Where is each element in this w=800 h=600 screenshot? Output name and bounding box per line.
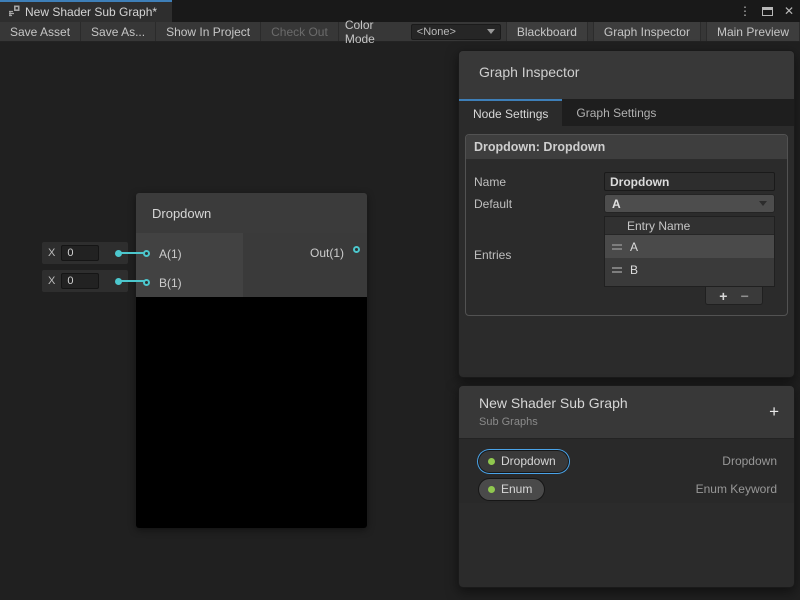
section-body: Name Dropdown Default A Entries Entry Na… xyxy=(466,160,787,315)
color-mode-value: <None> xyxy=(417,26,456,38)
document-title: New Shader Sub Graph* xyxy=(25,5,157,19)
entries-list-buttons: + − xyxy=(705,287,763,305)
node-output-section: Out(1) xyxy=(243,233,367,297)
entry-row-b[interactable]: B xyxy=(605,258,774,281)
inspector-tabstrip: Node Settings Graph Settings xyxy=(459,99,794,126)
input-port-b-label: B(1) xyxy=(159,276,182,290)
section-title: Dropdown: Dropdown xyxy=(466,135,787,160)
blackboard-header[interactable]: New Shader Sub Graph Sub Graphs + xyxy=(459,386,794,439)
entries-list-header: Entry Name xyxy=(605,217,774,235)
dropdown-node[interactable]: Dropdown A(1) B(1) Out(1) xyxy=(136,193,367,528)
check-out-button: Check Out xyxy=(261,22,339,41)
value-field-b[interactable]: 0 xyxy=(61,273,99,289)
value-field-a[interactable]: 0 xyxy=(61,245,99,261)
entry-name: B xyxy=(630,263,638,277)
entries-list: Entry Name A B xyxy=(604,216,775,305)
output-port-label: Out(1) xyxy=(310,246,344,260)
inspector-header[interactable]: Graph Inspector xyxy=(459,51,794,99)
document-tab[interactable]: New Shader Sub Graph* xyxy=(0,0,172,22)
keyword-dot-icon xyxy=(488,486,495,493)
slot-value-widget-b: X 0 xyxy=(42,270,128,292)
entries-label: Entries xyxy=(474,216,604,262)
output-port-icon[interactable] xyxy=(353,246,360,253)
window-controls: ⋮ ✕ xyxy=(739,0,794,22)
blackboard-content: Dropdown Dropdown Enum Enum Keyword xyxy=(459,439,794,503)
entries-list-footer: + − xyxy=(604,287,775,305)
default-value: A xyxy=(612,197,621,211)
maximize-icon[interactable] xyxy=(762,7,773,16)
add-entry-button[interactable]: + xyxy=(719,289,727,303)
node-preview xyxy=(136,297,367,528)
node-input-section: A(1) B(1) xyxy=(136,233,243,297)
blackboard-panel: New Shader Sub Graph Sub Graphs + Dropdo… xyxy=(458,385,795,588)
dropdown-settings-section: Dropdown: Dropdown Name Dropdown Default… xyxy=(465,134,788,316)
graph-inspector-panel: Graph Inspector Node Settings Graph Sett… xyxy=(458,50,795,378)
add-property-button[interactable]: + xyxy=(769,403,779,420)
pill-label: Dropdown xyxy=(501,454,556,468)
show-in-project-button[interactable]: Show In Project xyxy=(156,22,261,41)
input-port-a-label: A(1) xyxy=(159,247,182,261)
default-field-row: Default A xyxy=(474,194,775,213)
slot-value-widget-a: X 0 xyxy=(42,242,128,264)
blackboard-subtitle: Sub Graphs xyxy=(479,416,794,428)
blackboard-row-enum: Enum Enum Keyword xyxy=(459,475,794,503)
keyword-dot-icon xyxy=(488,458,495,465)
node-header[interactable]: Dropdown xyxy=(136,193,367,233)
save-asset-button[interactable]: Save Asset xyxy=(0,22,81,41)
drag-handle-icon[interactable] xyxy=(612,244,622,250)
name-label: Name xyxy=(474,175,604,189)
dropdown-property-pill[interactable]: Dropdown xyxy=(479,451,568,472)
name-input[interactable]: Dropdown xyxy=(604,172,775,191)
blackboard-row-dropdown: Dropdown Dropdown xyxy=(459,447,794,475)
axis-label-b: X xyxy=(48,275,55,287)
entry-row-a[interactable]: A xyxy=(605,235,774,258)
node-title: Dropdown xyxy=(152,206,211,221)
drag-handle-icon[interactable] xyxy=(612,267,622,273)
dropdown-arrow-icon xyxy=(487,29,495,34)
name-field-row: Name Dropdown xyxy=(474,172,775,191)
graph-toolbar: Save Asset Save As... Show In Project Ch… xyxy=(0,22,800,42)
remove-entry-button[interactable]: − xyxy=(741,289,749,303)
default-label: Default xyxy=(474,197,604,211)
graph-inspector-toggle-button[interactable]: Graph Inspector xyxy=(593,22,701,41)
node-body: A(1) B(1) Out(1) xyxy=(136,233,367,297)
save-as-button[interactable]: Save As... xyxy=(81,22,156,41)
blackboard-toggle-button[interactable]: Blackboard xyxy=(506,22,588,41)
axis-label-a: X xyxy=(48,247,55,259)
input-port-row-a: A(1) xyxy=(136,239,243,268)
window-menu-icon[interactable]: ⋮ xyxy=(739,5,751,17)
subgraph-asset-icon xyxy=(8,5,20,20)
edge-b xyxy=(121,280,145,282)
inspector-title: Graph Inspector xyxy=(479,64,579,80)
color-mode-dropdown[interactable]: <None> xyxy=(411,24,501,40)
blackboard-title: New Shader Sub Graph xyxy=(479,395,794,411)
tab-node-settings[interactable]: Node Settings xyxy=(459,99,562,126)
entries-list-padding xyxy=(605,281,774,286)
property-type-label: Dropdown xyxy=(722,454,777,468)
entries-list-box: Entry Name A B xyxy=(604,216,775,287)
dropdown-arrow-icon xyxy=(759,201,767,206)
main-preview-toggle-button[interactable]: Main Preview xyxy=(706,22,800,41)
tab-graph-settings[interactable]: Graph Settings xyxy=(562,99,670,126)
edge-a xyxy=(121,252,145,254)
inspector-content: Dropdown: Dropdown Name Dropdown Default… xyxy=(459,126,794,324)
entries-field-row: Entries Entry Name A B xyxy=(474,216,775,305)
close-icon[interactable]: ✕ xyxy=(784,5,794,17)
entry-name: A xyxy=(630,240,638,254)
input-port-row-b: B(1) xyxy=(136,268,243,297)
default-dropdown[interactable]: A xyxy=(604,194,775,213)
property-type-label: Enum Keyword xyxy=(696,482,777,496)
color-mode-label: Color Mode xyxy=(339,22,411,41)
enum-property-pill[interactable]: Enum xyxy=(479,479,544,500)
pill-label: Enum xyxy=(501,482,532,496)
